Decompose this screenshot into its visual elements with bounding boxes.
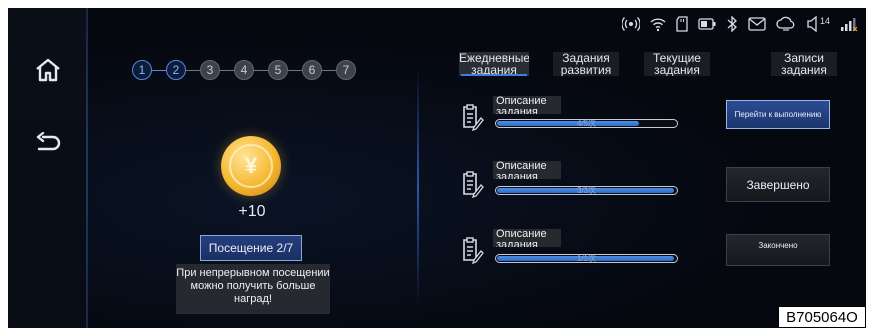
rail-divider bbox=[86, 8, 88, 328]
step-connector bbox=[186, 69, 200, 71]
back-icon bbox=[34, 131, 62, 161]
step-6: 6 bbox=[302, 60, 322, 80]
visit-stepper: 1 2 3 4 5 6 7 bbox=[132, 60, 356, 80]
volume-icon: 14 bbox=[806, 16, 830, 32]
progress-text: 3/3次 bbox=[576, 186, 597, 195]
progress-text: 4/5次 bbox=[576, 119, 597, 128]
hotspot-icon bbox=[621, 16, 640, 32]
step-connector bbox=[322, 69, 336, 71]
clipboard-icon bbox=[460, 170, 484, 199]
mail-icon bbox=[748, 17, 766, 31]
step-3: 3 bbox=[200, 60, 220, 80]
coin-symbol: ¥ bbox=[229, 144, 273, 188]
go-to-task-button[interactable]: Перейти к выполнению bbox=[726, 100, 830, 129]
step-7: 7 bbox=[336, 60, 356, 80]
back-button[interactable] bbox=[32, 130, 64, 162]
panel-divider bbox=[417, 66, 419, 306]
tab-daily-tasks[interactable]: Ежедневные задания bbox=[459, 52, 529, 76]
step-connector bbox=[152, 69, 166, 71]
infotainment-screen: 14 1 2 3 4 5 6 7 ¥ +10 Посещение 2/7 При… bbox=[8, 8, 866, 328]
cloud-icon bbox=[776, 16, 796, 32]
status-bar: 14 bbox=[621, 14, 858, 34]
signal-icon bbox=[840, 16, 858, 32]
step-connector bbox=[288, 69, 302, 71]
task-progress-bar: 3/3次 bbox=[495, 186, 678, 195]
clipboard-icon bbox=[460, 236, 484, 265]
step-connector bbox=[254, 69, 268, 71]
visit-button[interactable]: Посещение 2/7 bbox=[200, 235, 302, 261]
step-2: 2 bbox=[166, 60, 186, 80]
step-1: 1 bbox=[132, 60, 152, 80]
task-description: Описание задания bbox=[493, 161, 561, 179]
task-description: Описание задания bbox=[493, 229, 561, 247]
figure-code: B705064O bbox=[778, 306, 866, 328]
battery-icon bbox=[698, 18, 716, 30]
reward-amount: +10 bbox=[238, 203, 266, 220]
tab-development-tasks[interactable]: Задания развития bbox=[553, 52, 619, 76]
home-button[interactable] bbox=[32, 56, 64, 88]
completed-button[interactable]: Завершено bbox=[726, 167, 830, 202]
task-progress-bar: 1/1次 bbox=[495, 254, 678, 263]
bluetooth-icon bbox=[726, 16, 738, 32]
progress-text: 1/1次 bbox=[576, 254, 597, 263]
finished-button[interactable]: Закончено bbox=[726, 234, 830, 266]
sd-card-icon bbox=[676, 16, 688, 32]
step-connector bbox=[220, 69, 234, 71]
volume-level: 14 bbox=[819, 16, 830, 26]
visit-hint: При непрерывном посещении можно получить… bbox=[176, 264, 330, 314]
task-progress-bar: 4/5次 bbox=[495, 119, 678, 128]
wifi-icon bbox=[650, 16, 666, 32]
step-5: 5 bbox=[268, 60, 288, 80]
tab-task-records[interactable]: Записи задания bbox=[771, 52, 837, 76]
task-description: Описание задания bbox=[493, 96, 561, 114]
coin-icon: ¥ bbox=[221, 136, 281, 196]
tab-current-tasks[interactable]: Текущие задания bbox=[644, 52, 710, 76]
clipboard-icon bbox=[460, 103, 484, 132]
step-4: 4 bbox=[234, 60, 254, 80]
home-icon bbox=[34, 57, 62, 88]
